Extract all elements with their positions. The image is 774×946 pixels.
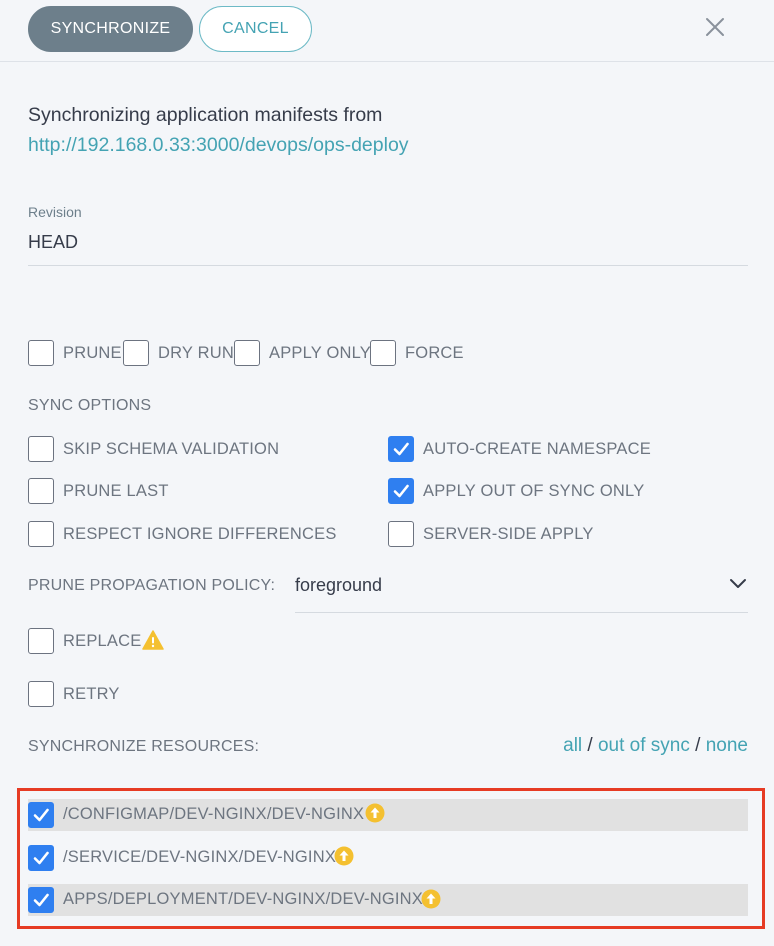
apply-out-of-sync-only-checkbox[interactable] <box>388 478 414 504</box>
resource-row[interactable]: /CONFIGMAP/DEV-NGINX/DEV-NGINX <box>28 799 748 831</box>
apply-only-label: APPLY ONLY <box>269 344 371 362</box>
resource-row[interactable]: APPS/DEPLOYMENT/DEV-NGINX/DEV-NGINX <box>28 884 748 916</box>
retry-label: RETRY <box>63 685 120 703</box>
revision-input[interactable]: HEAD <box>28 232 78 253</box>
prune-last-label: PRUNE LAST <box>63 482 169 500</box>
chevron-down-icon[interactable] <box>728 573 748 593</box>
resource-selection-links: all / out of sync / none <box>563 735 748 757</box>
revision-underline <box>28 265 748 266</box>
sync-options-title: SYNC OPTIONS <box>28 397 152 414</box>
sync-intro-text: Synchronizing application manifests from <box>28 104 383 126</box>
checkmark-icon <box>33 808 49 822</box>
skip-schema-validation-label: SKIP SCHEMA VALIDATION <box>63 440 280 458</box>
resource-label: /CONFIGMAP/DEV-NGINX/DEV-NGINX <box>63 805 365 823</box>
apply-out-of-sync-only-label: APPLY OUT OF SYNC ONLY <box>423 482 645 500</box>
warning-icon <box>142 630 164 650</box>
skip-schema-validation-checkbox[interactable] <box>28 436 54 462</box>
resource-label: /SERVICE/DEV-NGINX/DEV-NGINX <box>63 848 337 866</box>
replace-checkbox[interactable] <box>28 628 54 654</box>
synchronize-resources-title: SYNCHRONIZE RESOURCES: <box>28 738 260 755</box>
prune-propagation-label: PRUNE PROPAGATION POLICY: <box>28 577 276 594</box>
prune-label: PRUNE <box>63 344 122 362</box>
link-separator: / <box>587 735 593 756</box>
repo-url-link[interactable]: http://192.168.0.33:3000/devops/ops-depl… <box>28 134 409 157</box>
resource-checkbox[interactable] <box>28 845 54 871</box>
prune-propagation-underline <box>295 612 748 613</box>
respect-ignore-differences-checkbox[interactable] <box>28 521 54 547</box>
toolbar: SYNCHRONIZE CANCEL <box>0 0 774 62</box>
replace-label: REPLACE <box>63 632 142 650</box>
resource-checkbox[interactable] <box>28 802 54 828</box>
prune-propagation-select[interactable]: foreground <box>295 575 382 596</box>
force-checkbox[interactable] <box>370 340 396 366</box>
respect-ignore-differences-label: RESPECT IGNORE DIFFERENCES <box>63 525 337 543</box>
select-out-of-sync-link[interactable]: out of sync <box>598 735 690 756</box>
auto-create-namespace-label: AUTO-CREATE NAMESPACE <box>423 440 651 458</box>
out-of-sync-arrow-icon <box>421 889 441 909</box>
resource-label: APPS/DEPLOYMENT/DEV-NGINX/DEV-NGINX <box>63 890 423 908</box>
force-label: FORCE <box>405 344 464 362</box>
auto-create-namespace-checkbox[interactable] <box>388 436 414 462</box>
server-side-apply-checkbox[interactable] <box>388 521 414 547</box>
dry-run-label: DRY RUN <box>158 344 234 362</box>
out-of-sync-arrow-icon <box>365 803 385 823</box>
retry-checkbox[interactable] <box>28 681 54 707</box>
prune-checkbox[interactable] <box>28 340 54 366</box>
prune-last-checkbox[interactable] <box>28 478 54 504</box>
checkmark-icon <box>33 851 49 865</box>
server-side-apply-label: SERVER-SIDE APPLY <box>423 525 594 543</box>
checkmark-icon <box>33 893 49 907</box>
close-icon[interactable] <box>700 12 730 42</box>
revision-label: Revision <box>28 204 82 220</box>
resource-row[interactable]: /SERVICE/DEV-NGINX/DEV-NGINX <box>28 842 748 874</box>
apply-only-checkbox[interactable] <box>234 340 260 366</box>
checkmark-icon <box>393 442 409 456</box>
dry-run-checkbox[interactable] <box>123 340 149 366</box>
cancel-button[interactable]: CANCEL <box>199 6 312 52</box>
synchronize-button[interactable]: SYNCHRONIZE <box>28 6 193 52</box>
resource-checkbox[interactable] <box>28 887 54 913</box>
checkmark-icon <box>393 484 409 498</box>
out-of-sync-arrow-icon <box>334 846 354 866</box>
select-none-link[interactable]: none <box>706 735 748 756</box>
select-all-link[interactable]: all <box>563 735 582 756</box>
link-separator: / <box>695 735 701 756</box>
